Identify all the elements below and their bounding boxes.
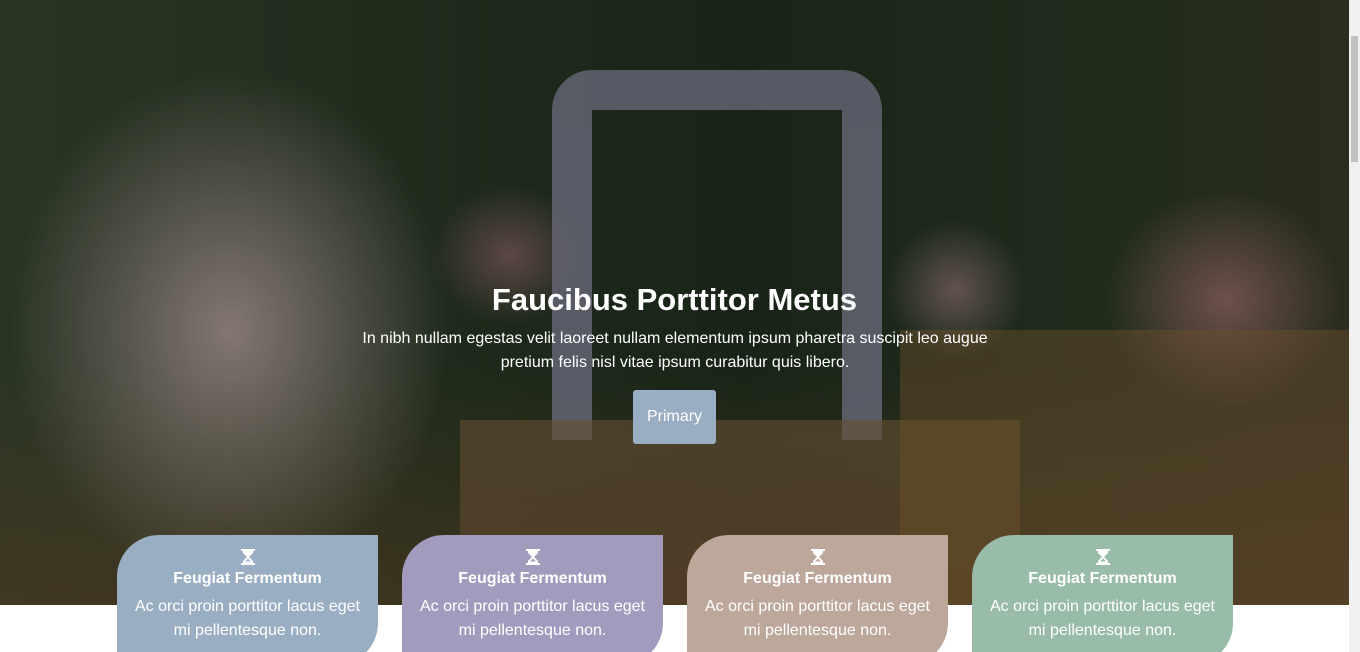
card-text: Ac orci proin porttitor lacus eget mi pe… [705, 598, 930, 639]
hourglass-icon [810, 549, 825, 565]
hero-text: In nibh nullam egestas velit laoreet nul… [362, 330, 988, 371]
feature-card: Feugiat Fermentum Ac orci proin porttito… [117, 535, 378, 652]
vertical-scrollbar[interactable] [1349, 0, 1360, 652]
scrollbar-thumb[interactable] [1351, 36, 1358, 162]
hourglass-icon [1095, 549, 1110, 565]
card-title: Feugiat Fermentum [173, 570, 322, 587]
card-text: Ac orci proin porttitor lacus eget mi pe… [420, 598, 645, 639]
primary-button[interactable]: Primary [633, 390, 716, 444]
card-text: Ac orci proin porttitor lacus eget mi pe… [135, 598, 360, 639]
card-title: Feugiat Fermentum [743, 570, 892, 587]
feature-card: Feugiat Fermentum Ac orci proin porttito… [687, 535, 948, 652]
hourglass-icon [240, 549, 255, 565]
hourglass-icon [525, 549, 540, 565]
hero-title: Faucibus Porttitor Metus [491, 282, 858, 317]
card-text: Ac orci proin porttitor lacus eget mi pe… [990, 598, 1215, 639]
feature-card: Feugiat Fermentum Ac orci proin porttito… [402, 535, 663, 652]
feature-card: Feugiat Fermentum Ac orci proin porttito… [972, 535, 1233, 652]
card-title: Feugiat Fermentum [458, 570, 607, 587]
card-title: Feugiat Fermentum [1028, 570, 1177, 587]
